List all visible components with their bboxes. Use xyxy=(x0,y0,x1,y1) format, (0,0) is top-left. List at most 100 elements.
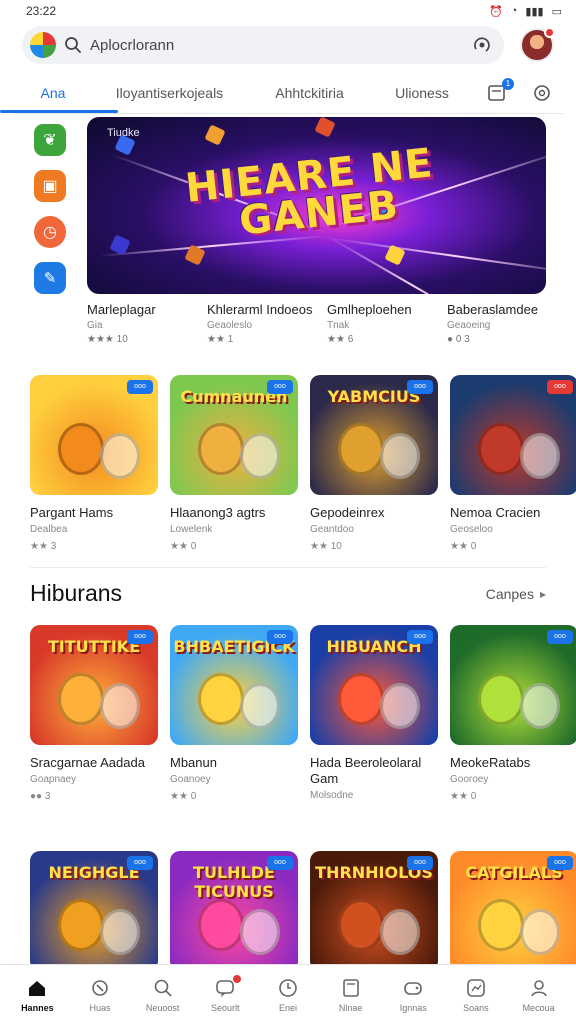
character-art xyxy=(380,683,420,729)
battery-icon: ▭ xyxy=(551,5,562,18)
character-art xyxy=(478,899,524,951)
game-card[interactable]: HIBUANCH ooo Hada Beeroleolaral Gam Molsodn… xyxy=(310,625,438,802)
notification-dot xyxy=(233,974,242,983)
tab-inbox[interactable]: 1 xyxy=(472,77,522,104)
game-thumbnail[interactable]: NEIGHGLE ooo xyxy=(30,851,158,971)
game-card[interactable]: BHBAETIGICK ooo Mbanun Goanoey ★★ 0 xyxy=(170,625,298,802)
game-thumbnail[interactable]: TULHLDE TICUNUS ooo xyxy=(170,851,298,971)
game-card[interactable]: ooo Nemoa Cracien Geoseloo ★★ 0 xyxy=(450,375,576,552)
game-card[interactable]: ooo MeokeRatabs Gooroey ★★ 0 xyxy=(450,625,576,802)
tab-refresh[interactable] xyxy=(522,82,562,104)
game-category: Geantdoo xyxy=(310,524,354,535)
rail-bag-button[interactable]: ▣ xyxy=(34,170,66,202)
game-category: Gooroey xyxy=(450,774,489,785)
game-card[interactable]: THRNHIOLOS ooo xyxy=(310,851,438,971)
lens-icon[interactable] xyxy=(472,35,492,55)
game-thumbnail[interactable]: BHBAETIGICK ooo xyxy=(170,625,298,745)
search-input[interactable]: Aplocrlorann xyxy=(90,37,464,54)
game-thumbnail[interactable]: HIBUANCH ooo xyxy=(310,625,438,745)
game-card[interactable]: TULHLDE TICUNUS ooo xyxy=(170,851,298,971)
game-thumbnail[interactable]: THRNHIOLOS ooo xyxy=(310,851,438,971)
featured-list: Marleplagar Gia ★★★ 10 Khlerarml Indoeos… xyxy=(87,302,567,345)
leaf-icon: ❦ xyxy=(43,132,57,149)
tab-ana[interactable]: Ana xyxy=(0,75,118,113)
game-card[interactable]: NEIGHGLE ooo xyxy=(30,851,158,971)
list-item[interactable]: Marleplagar Gia ★★★ 10 xyxy=(87,302,207,345)
game-thumbnail[interactable]: ooo xyxy=(450,625,576,745)
game-title: Nemoa Cracien xyxy=(450,505,541,520)
section-header: Hiburans Canpes ▸ xyxy=(30,580,546,607)
home-icon xyxy=(26,977,48,999)
status-badge: ooo xyxy=(267,856,293,870)
avatar[interactable] xyxy=(520,27,555,62)
game-title: Hada Beeroleolaral Gam xyxy=(310,755,422,786)
list-item[interactable]: Khlerarml Indoeos Geaoleslo ★★ 1 xyxy=(207,302,327,345)
nav-item-chart[interactable]: Soans xyxy=(446,977,506,1013)
rail-farm-button[interactable]: ❦ xyxy=(34,124,66,156)
tab-3[interactable]: Ahhtckitiria xyxy=(247,75,372,111)
rail-edit-button[interactable]: ✎ xyxy=(34,262,66,294)
game-title: Sracgarnae Aadada xyxy=(30,755,145,770)
rating: ●● 3 xyxy=(30,791,51,802)
status-badge: ooo xyxy=(267,630,293,644)
character-art xyxy=(240,683,280,729)
game-card[interactable]: CATGILALS ooo xyxy=(450,851,576,971)
game-thumbnail[interactable]: ooo xyxy=(450,375,576,495)
nav-item-clock[interactable]: Enei xyxy=(258,977,318,1013)
status-badge: ooo xyxy=(547,380,573,394)
status-time: 23:22 xyxy=(26,4,57,18)
book-icon xyxy=(340,977,362,999)
nav-item-profile[interactable]: Mecoua xyxy=(509,977,569,1013)
game-category: Goanoey xyxy=(170,774,211,785)
nav-label: Huas xyxy=(89,1002,111,1013)
search-bar[interactable]: Aplocrlorann xyxy=(22,26,504,64)
game-card[interactable]: ooo Pargant Hams Dealbea ★★ 3 xyxy=(30,375,158,552)
character-art xyxy=(520,433,560,479)
signal-icon: ▮▮▮ xyxy=(525,5,544,18)
nav-label: Seourlt xyxy=(211,1002,240,1013)
character-art xyxy=(478,673,524,725)
banner-title: HIEARE NE GANEB xyxy=(183,140,436,245)
nav-item-chat[interactable]: Seourlt xyxy=(195,974,255,1013)
nav-label: Neuoost xyxy=(145,1002,180,1013)
game-thumbnail[interactable]: CATGILALS ooo xyxy=(450,851,576,971)
character-art xyxy=(338,899,384,951)
section-title: Hiburans xyxy=(30,580,123,606)
character-art xyxy=(198,899,244,951)
character-art xyxy=(520,909,560,955)
rating: ★★ 10 xyxy=(310,541,342,552)
list-item[interactable]: Baberaslamdee Geaoeing ● 0 3 xyxy=(447,302,567,345)
nav-label: Nlnae xyxy=(338,1002,363,1013)
status-icons: ⏰ ◔ ▮▮▮ ▭ xyxy=(489,5,562,18)
list-item[interactable]: Gmlheploehen Tnak ★★ 6 xyxy=(327,302,447,345)
nav-item-games[interactable]: Huas xyxy=(70,977,130,1013)
game-thumbnail[interactable]: ooo xyxy=(30,375,158,495)
store-logo-icon[interactable] xyxy=(30,32,56,58)
game-card[interactable]: Cumnaunen ooo Hlaanong3 agtrs Lowelenk ★★ 0 xyxy=(170,375,298,552)
section-more-link[interactable]: Canpes ▸ xyxy=(486,586,546,602)
tab-2[interactable]: Iloyantiserkojeals xyxy=(92,75,247,111)
nav-item-search[interactable]: Neuoost xyxy=(133,977,193,1013)
game-row-1: ooo Pargant Hams Dealbea ★★ 3 Cumnaunen ooo Hl… xyxy=(30,375,576,552)
game-thumbnail[interactable]: Cumnaunen ooo xyxy=(170,375,298,495)
game-card[interactable]: YABMCIUS ooo Gepodeinrex Geantdoo ★★ 10 xyxy=(310,375,438,552)
game-thumbnail[interactable]: TITUTTIKE ooo xyxy=(30,625,158,745)
featured-banner[interactable]: Tiudke HIEARE NE GANEB xyxy=(87,117,546,294)
rating: ★★ 3 xyxy=(30,541,57,552)
banner-tag: Tiudke xyxy=(107,127,140,139)
inbox-icon: 1 xyxy=(486,77,514,104)
nav-item-home[interactable]: Hannes xyxy=(7,977,67,1013)
nav-item-book[interactable]: Nlnae xyxy=(321,977,381,1013)
rail-timer-button[interactable]: ◷ xyxy=(34,216,66,248)
notification-dot xyxy=(544,27,555,38)
alarm-icon: ⏰ xyxy=(489,5,503,18)
tab-4[interactable]: Ulioness xyxy=(372,75,472,111)
game-thumbnail[interactable]: YABMCIUS ooo xyxy=(310,375,438,495)
character-art xyxy=(240,433,280,479)
tab-badge: 1 xyxy=(502,77,514,90)
nav-item-gamepad[interactable]: Ignnas xyxy=(383,977,443,1013)
character-art xyxy=(240,909,280,955)
timer-icon: ◷ xyxy=(43,224,57,241)
game-card[interactable]: TITUTTIKE ooo Sracgarnae Aadada Goapnaey ●● … xyxy=(30,625,158,802)
search-icon xyxy=(152,977,174,999)
